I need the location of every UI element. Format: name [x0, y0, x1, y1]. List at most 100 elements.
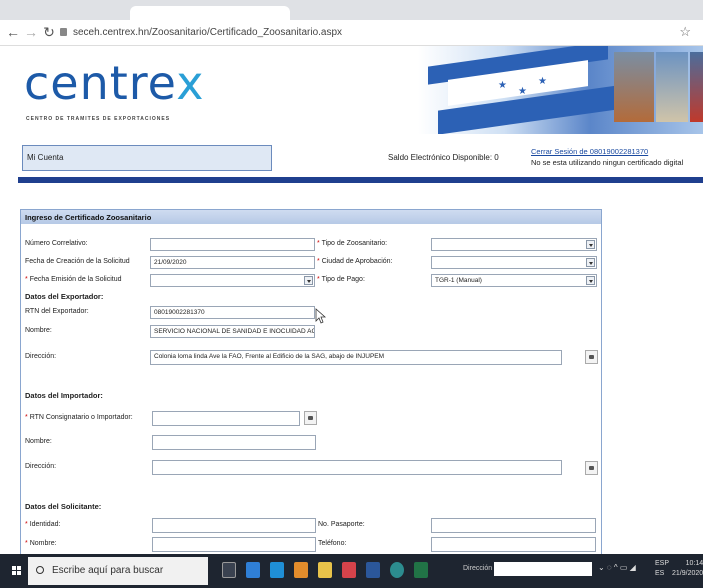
app-icon[interactable]: [294, 562, 308, 578]
direccion-importador-input[interactable]: [152, 460, 562, 475]
star-icon: ★: [498, 80, 507, 91]
windows-start-icon[interactable]: [12, 566, 22, 576]
excel-icon[interactable]: [414, 562, 428, 578]
nombre-solicitante-label-text: Nombre:: [29, 540, 57, 547]
importador-heading: Datos del Importador:: [25, 391, 103, 400]
language-code: ESP: [655, 560, 670, 567]
direccion-importador-label: Dirección:: [25, 463, 57, 470]
chevron-down-icon: [586, 276, 595, 285]
star-icon: ★: [518, 86, 527, 97]
address-bar[interactable]: seceh.centrex.hn/Zoosanitario/Certificad…: [60, 23, 660, 43]
taskbar-address-label: Dirección: [463, 565, 493, 572]
tipo-zoosanitario-select[interactable]: [431, 238, 597, 251]
required-mark: *: [317, 258, 320, 265]
rtn-exportador-input[interactable]: 08019002281370: [150, 306, 315, 319]
web-page: centrex CENTRO DE TRAMITES DE EXPORTACIO…: [18, 46, 703, 554]
app-icon[interactable]: [342, 562, 356, 578]
telefono-label: Teléfono:: [318, 540, 347, 547]
logo-text: centre: [24, 56, 177, 110]
numero-correlativo-label: Número Correlativo:: [25, 240, 88, 247]
lookup-icon[interactable]: [304, 411, 317, 425]
chevron-down-icon: [304, 276, 313, 285]
telefono-input[interactable]: [431, 537, 596, 552]
taskbar-search-input[interactable]: Escribe aquí para buscar: [28, 557, 208, 585]
rtn-importador-label: * RTN Consignatario o Importador:: [25, 414, 133, 421]
browser-tab[interactable]: [130, 6, 290, 20]
bookmark-star-icon[interactable]: ☆: [679, 24, 691, 40]
tipo-pago-label-text: Tipo de Pago:: [321, 276, 365, 283]
browser-tabstrip: [0, 0, 703, 20]
word-icon[interactable]: [366, 562, 380, 578]
required-mark: *: [25, 540, 28, 547]
numero-correlativo-input[interactable]: [150, 238, 315, 251]
identidad-label: * Identidad:: [25, 521, 60, 528]
pasaporte-label: No. Pasaporte:: [318, 521, 365, 528]
nombre-importador-input[interactable]: [152, 435, 316, 450]
tipo-zoosanitario-label: * Tipo de Zoosanitario:: [317, 240, 387, 247]
forward-arrow-icon[interactable]: →: [24, 24, 38, 40]
browser-icon[interactable]: [390, 562, 404, 578]
clock-date: 21/9/2020: [672, 570, 703, 577]
back-arrow-icon[interactable]: ←: [6, 24, 20, 40]
file-explorer-icon[interactable]: [318, 562, 332, 578]
app-icon[interactable]: [246, 562, 260, 578]
tipo-pago-value: TGR-1 (Manual): [435, 277, 482, 284]
required-mark: *: [25, 521, 28, 528]
rtn-importador-input[interactable]: [152, 411, 300, 426]
mouse-pointer-icon: [315, 308, 327, 324]
clock-time: 10:14: [685, 560, 703, 567]
fecha-emision-label-text: Fecha Emisión de la Solicitud: [29, 276, 122, 283]
exportador-heading: Datos del Exportador:: [25, 292, 104, 301]
ciudad-aprobacion-select[interactable]: [431, 256, 597, 269]
solicitante-heading: Datos del Solicitante:: [25, 502, 102, 511]
nombre-exportador-input[interactable]: SERVICIO NACIONAL DE SANIDAD E INOCUIDAD…: [150, 325, 315, 338]
chevron-down-icon: [586, 258, 595, 267]
nombre-solicitante-label: * Nombre:: [25, 540, 57, 547]
nombre-importador-label: Nombre:: [25, 438, 52, 445]
centrex-logo: centrex: [24, 56, 204, 110]
certificate-status: No se esta utilizando ningun certificado…: [531, 158, 684, 167]
ciudad-aprobacion-label: * Ciudad de Aprobación:: [317, 258, 393, 265]
site-header: centrex CENTRO DE TRAMITES DE EXPORTACIO…: [18, 46, 703, 134]
logo-subtitle: CENTRO DE TRAMITES DE EXPORTACIONES: [26, 116, 171, 122]
logout-link[interactable]: Cerrar Sesión de 08019002281370: [531, 146, 683, 157]
search-icon: [36, 566, 44, 574]
star-icon: ★: [538, 76, 547, 87]
tipo-pago-label: * Tipo de Pago:: [317, 276, 365, 283]
lookup-icon[interactable]: [585, 461, 598, 475]
balance-text: Saldo Electrónico Disponible: 0: [388, 153, 499, 162]
ciudad-aprobacion-label-text: Ciudad de Aprobación:: [321, 258, 393, 265]
lookup-icon[interactable]: [585, 350, 598, 364]
rtn-exportador-label: RTN del Exportador:: [25, 308, 89, 315]
header-banner-image: ★ ★ ★: [418, 46, 703, 134]
required-mark: *: [317, 240, 320, 247]
nombre-solicitante-input[interactable]: [152, 537, 316, 552]
form-title: Ingreso de Certificado Zoosanitario: [21, 210, 601, 224]
language-indicator[interactable]: ESP ES: [655, 559, 669, 579]
logo-x: x: [176, 56, 205, 110]
identidad-input[interactable]: [152, 518, 316, 533]
my-account-link[interactable]: Mi Cuenta: [22, 145, 272, 171]
pasaporte-input[interactable]: [431, 518, 596, 533]
app-icon[interactable]: [270, 562, 284, 578]
session-info: Cerrar Sesión de 08019002281370 No se es…: [531, 146, 683, 168]
taskbar-address-input[interactable]: [494, 562, 592, 576]
taskbar-clock[interactable]: 10:14 21/9/2020: [672, 559, 703, 579]
fecha-emision-label: * Fecha Emisión de la Solicitud: [25, 276, 122, 283]
fecha-creacion-label: Fecha de Creación de la Solicitud: [25, 258, 130, 265]
identidad-label-text: Identidad:: [29, 521, 61, 528]
account-bar: Mi Cuenta Saldo Electrónico Disponible: …: [18, 143, 703, 173]
reload-icon[interactable]: ↻: [42, 24, 56, 41]
fecha-creacion-input[interactable]: 21/09/2020: [150, 256, 315, 269]
keyboard-layout: ES: [655, 570, 665, 577]
task-view-icon[interactable]: [222, 562, 236, 578]
system-tray[interactable]: ⌄ ◌ ^ ▭ ◢: [598, 563, 636, 572]
direccion-exportador-input[interactable]: Colonia loma linda Ave la FAO, Frente al…: [150, 350, 562, 365]
direccion-exportador-label: Dirección:: [25, 353, 57, 360]
required-mark: *: [25, 414, 28, 421]
url-text: seceh.centrex.hn/Zoosanitario/Certificad…: [73, 27, 343, 38]
windows-taskbar: Escribe aquí para buscar Dirección ⌄ ◌ ^…: [0, 554, 703, 588]
tipo-pago-select[interactable]: TGR-1 (Manual): [431, 274, 597, 287]
fecha-emision-select[interactable]: [150, 274, 315, 287]
search-placeholder: Escribe aquí para buscar: [52, 565, 164, 576]
